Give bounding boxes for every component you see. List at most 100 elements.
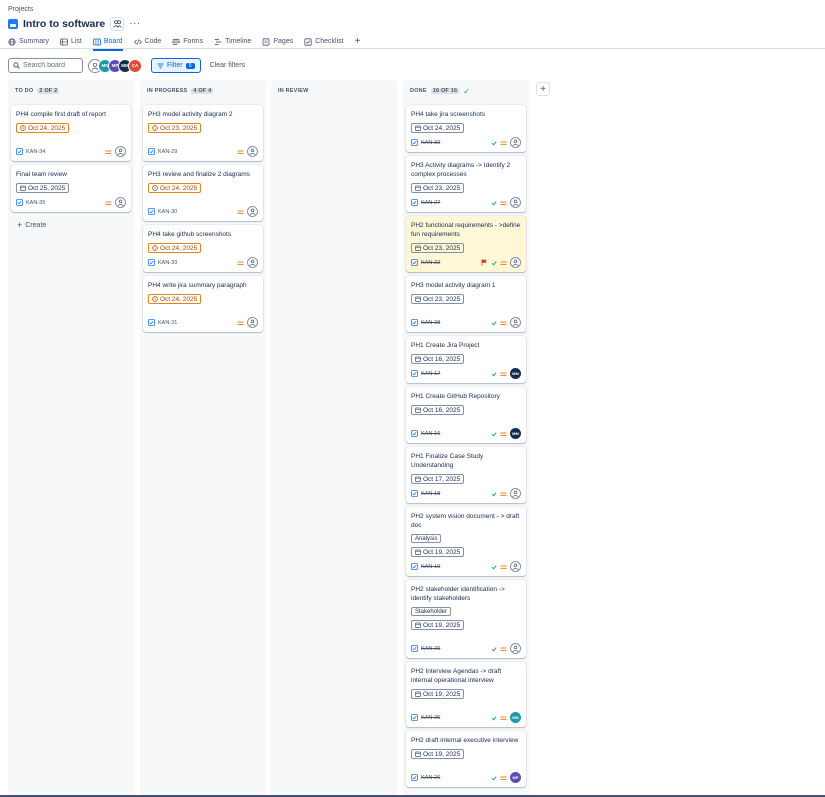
card-meta xyxy=(481,257,521,268)
add-tab-button[interactable]: + xyxy=(355,36,361,47)
issue-card[interactable]: PH4 compile first draft of report Oct 24,… xyxy=(11,105,131,161)
issue-key[interactable]: KAN-33 xyxy=(148,259,177,266)
due-date-chip[interactable]: Oct 25, 2025 xyxy=(16,183,70,193)
team-button[interactable] xyxy=(110,17,125,31)
assignee-avatar[interactable] xyxy=(510,257,521,268)
assignee-avatar[interactable] xyxy=(115,146,126,157)
issue-card[interactable]: PH1 Create Jira Project Oct 16, 2025 KAN-1… xyxy=(406,336,526,383)
filter-button[interactable]: Filter 5 xyxy=(151,58,201,73)
issue-card[interactable]: PH2 functional requirements - >define fu… xyxy=(406,216,526,272)
due-date-chip[interactable]: Oct 24, 2025 xyxy=(411,123,465,133)
issue-key[interactable]: KAN-35 xyxy=(16,199,45,206)
issue-key-text: KAN-30 xyxy=(158,208,178,215)
issue-key[interactable]: KAN-29 xyxy=(148,148,177,155)
done-check-icon xyxy=(491,431,497,437)
create-issue-button[interactable]: + Create xyxy=(17,220,46,230)
issue-key[interactable]: KAN-20 xyxy=(411,645,440,652)
tab-forms[interactable]: Forms xyxy=(172,35,203,48)
issue-card[interactable]: PH1 Create GitHub Repository Oct 16, 2025… xyxy=(406,387,526,443)
issue-key[interactable]: KAN-30 xyxy=(148,208,177,215)
card-meta xyxy=(237,206,258,217)
issue-key[interactable]: KAN-32 xyxy=(411,139,440,146)
avatar[interactable]: CA xyxy=(128,58,142,73)
assignee-avatar[interactable] xyxy=(510,643,521,654)
issue-card[interactable]: PH4 take github screenshots Oct 24, 2025 K… xyxy=(143,225,263,272)
assignee-avatar[interactable] xyxy=(510,488,521,499)
issue-key[interactable]: KAN-34 xyxy=(16,148,45,155)
issue-card[interactable]: PH2 Interview Agendas -> draft internal … xyxy=(406,662,526,727)
issue-key[interactable]: KAN-19 xyxy=(411,563,440,570)
due-date-chip[interactable]: Oct 17, 2025 xyxy=(411,474,465,484)
issue-label[interactable]: Stakeholder xyxy=(411,607,452,616)
assignee-avatar[interactable] xyxy=(247,146,258,157)
due-date-chip[interactable]: Oct 24, 2025 xyxy=(16,123,70,133)
assignee-avatar[interactable] xyxy=(247,257,258,268)
issue-card[interactable]: PH1 Finalize Case Study Understanding Oct… xyxy=(406,447,526,503)
assignee-avatar[interactable]: MP xyxy=(510,772,521,783)
due-date-chip[interactable]: Oct 19, 2025 xyxy=(411,547,465,557)
due-date-chip[interactable]: Oct 19, 2025 xyxy=(411,689,465,699)
tab-timeline[interactable]: Timeline xyxy=(214,35,251,48)
done-check-icon xyxy=(491,371,497,377)
due-date-chip[interactable]: Oct 19, 2025 xyxy=(411,620,465,630)
column-header: DONE 16 OF 16 ✓ xyxy=(403,80,529,102)
calendar-icon xyxy=(415,476,421,482)
due-date-chip[interactable]: Oct 24, 2025 xyxy=(148,243,202,253)
issue-key[interactable]: KAN-26 xyxy=(411,774,440,781)
assignee-avatar[interactable]: MN xyxy=(510,712,521,723)
search-input[interactable] xyxy=(23,62,81,69)
due-date-chip[interactable]: Oct 23, 2025 xyxy=(411,294,465,304)
issue-key[interactable]: KAN-17 xyxy=(411,370,440,377)
due-date-chip[interactable]: Oct 24, 2025 xyxy=(148,183,202,193)
issue-card[interactable]: PH4 take jira screenshots Oct 24, 2025 KAN… xyxy=(406,105,526,152)
assignee-avatar[interactable]: MM xyxy=(510,368,521,379)
due-date-chip[interactable]: Oct 16, 2025 xyxy=(411,354,465,364)
tab-list[interactable]: List xyxy=(60,35,82,48)
more-actions-button[interactable]: ··· xyxy=(129,19,141,29)
issue-key[interactable]: KAN-22 xyxy=(411,259,440,266)
issue-card[interactable]: PH3 model activity diagram 2 Oct 23, 2025… xyxy=(143,105,263,161)
assignee-avatar[interactable] xyxy=(510,137,521,148)
issue-label[interactable]: Analysis xyxy=(411,534,442,543)
card-footer: KAN-33 xyxy=(148,257,258,268)
assignee-avatar[interactable] xyxy=(247,317,258,328)
tab-pages[interactable]: Pages xyxy=(262,35,293,48)
due-date-chip[interactable]: Oct 23, 2025 xyxy=(148,123,202,133)
assignee-avatar[interactable] xyxy=(510,561,521,572)
assignee-avatar[interactable] xyxy=(510,317,521,328)
issue-key-text: KAN-17 xyxy=(421,370,441,377)
issue-key[interactable]: KAN-16 xyxy=(411,430,440,437)
clear-filters-button[interactable]: Clear filters xyxy=(210,62,245,69)
tab-checklist[interactable]: Checklist xyxy=(304,35,344,48)
due-date-chip[interactable]: Oct 19, 2025 xyxy=(411,749,465,759)
due-date-chip[interactable]: Oct 16, 2025 xyxy=(411,405,465,415)
column-title: DONE xyxy=(410,88,427,94)
issue-card[interactable]: PH2 system vision document - > draft doc… xyxy=(406,507,526,576)
issue-key[interactable]: KAN-25 xyxy=(411,714,440,721)
due-date-chip[interactable]: Oct 23, 2025 xyxy=(411,183,465,193)
breadcrumb[interactable]: Projects xyxy=(8,6,33,13)
due-date-chip[interactable]: Oct 24, 2025 xyxy=(148,294,202,304)
add-column-button[interactable]: + xyxy=(536,82,550,96)
tab-summary[interactable]: Summary xyxy=(8,35,49,48)
issue-card[interactable]: Final team review Oct 25, 2025 KAN-35 xyxy=(11,165,131,212)
issue-key[interactable]: KAN-27 xyxy=(411,199,440,206)
issue-card[interactable]: PH4 write jira summary paragraph Oct 24, … xyxy=(143,276,263,332)
issue-card[interactable]: PH3 Activity diagrams -> Identify 2 comp… xyxy=(406,156,526,212)
issue-key[interactable]: KAN-31 xyxy=(148,319,177,326)
assignee-avatar[interactable]: MM xyxy=(510,428,521,439)
issue-card[interactable]: PH3 model activity diagram 1 Oct 23, 2025… xyxy=(406,276,526,332)
assignee-avatar[interactable] xyxy=(247,206,258,217)
issue-card[interactable]: PH3 review and finalize 2 diagrams Oct 24… xyxy=(143,165,263,221)
tab-board[interactable]: Board xyxy=(92,35,123,51)
issue-card[interactable]: PH2 stakeholder identification -> identi… xyxy=(406,580,526,658)
tab-code[interactable]: Code xyxy=(133,35,161,48)
issue-key[interactable]: KAN-28 xyxy=(411,319,440,326)
due-date-chip[interactable]: Oct 23, 2025 xyxy=(411,243,465,253)
issue-card[interactable]: PH2 draft internal executive interview Oc… xyxy=(406,731,526,787)
assignee-avatar[interactable] xyxy=(510,197,521,208)
assignee-avatar[interactable] xyxy=(115,197,126,208)
date-row: Oct 24, 2025 xyxy=(148,243,258,253)
search-board[interactable] xyxy=(8,58,83,73)
issue-key[interactable]: KAN-18 xyxy=(411,490,440,497)
